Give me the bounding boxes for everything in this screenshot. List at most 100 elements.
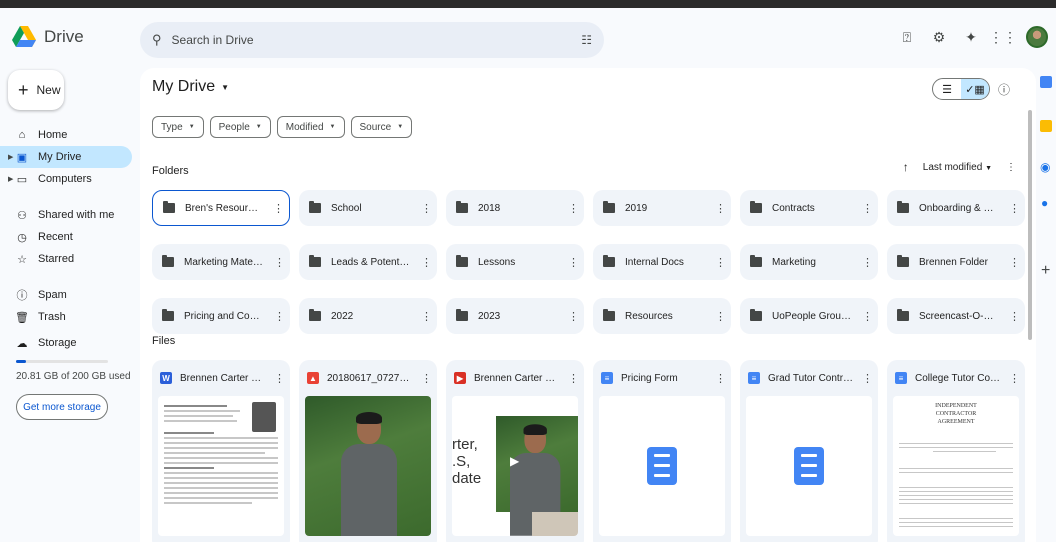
- contacts-icon[interactable]: ●: [1041, 196, 1048, 210]
- more-options-icon[interactable]: ⋮: [568, 310, 579, 323]
- file-card[interactable]: ≡ Pricing Form ⋮: [593, 360, 731, 542]
- folder-card[interactable]: Brennen Folder ⋮: [887, 244, 1025, 280]
- grid-view-icon[interactable]: ✓▦: [961, 79, 989, 99]
- folder-card[interactable]: School ⋮: [299, 190, 437, 226]
- more-options-icon[interactable]: ⋮: [715, 310, 726, 323]
- filter-source-chip[interactable]: Source ▼: [350, 116, 413, 138]
- search-options-icon[interactable]: ☷: [581, 33, 592, 47]
- calendar-icon[interactable]: [1040, 76, 1052, 88]
- get-more-storage-button[interactable]: Get more storage: [16, 394, 108, 420]
- sidebar-item-trash[interactable]: 🗑 Trash: [0, 306, 132, 328]
- more-options-icon[interactable]: ⋮: [1009, 372, 1020, 385]
- play-icon[interactable]: ▶: [510, 454, 519, 468]
- sidebar-item-label: Starred: [38, 253, 75, 265]
- file-card[interactable]: ≡ College Tutor Contr... ⋮ INDEPENDENT C…: [887, 360, 1025, 542]
- folder-name: 2022: [331, 310, 354, 322]
- more-options-icon[interactable]: ⋮: [568, 372, 579, 385]
- more-options-icon[interactable]: ⋮: [1009, 202, 1020, 215]
- file-card-header: ▶ Brennen Carter Bac... ⋮: [454, 368, 579, 388]
- more-options-icon[interactable]: ⋮: [715, 256, 726, 269]
- sort-direction-icon[interactable]: ↑: [903, 160, 909, 174]
- sort-dropdown[interactable]: Last modified ▼: [923, 162, 992, 173]
- folder-card[interactable]: Lessons ⋮: [446, 244, 584, 280]
- gemini-icon[interactable]: ✦: [962, 28, 980, 46]
- more-options-icon[interactable]: ⋮: [1009, 310, 1020, 323]
- sidebar-item-my-drive[interactable]: ▶ ▣ My Drive: [0, 146, 132, 168]
- folders-section-label: Folders: [152, 165, 189, 177]
- file-card[interactable]: ▶ Brennen Carter Bac... ⋮ rter, .S, date…: [446, 360, 584, 542]
- help-icon[interactable]: ⍰: [898, 28, 916, 46]
- folder-card[interactable]: UoPeople Group Pr... ⋮: [740, 298, 878, 334]
- details-info-icon[interactable]: ⓘ: [998, 81, 1010, 98]
- apps-grid-icon[interactable]: ⋮⋮: [989, 28, 1017, 46]
- search-input[interactable]: Search in Drive: [172, 33, 254, 47]
- folder-card[interactable]: Marketing Material ⋮: [152, 244, 290, 280]
- expand-caret-icon[interactable]: ▶: [8, 153, 13, 161]
- agreement-heading: INDEPENDENT CONTRACTOR AGREEMENT: [935, 403, 977, 425]
- filter-type-chip[interactable]: Type ▼: [152, 116, 204, 138]
- add-addon-icon[interactable]: +: [1041, 262, 1050, 280]
- sidebar-item-computers[interactable]: ▶ ▭ Computers: [0, 168, 132, 190]
- search-icon[interactable]: ⚲: [152, 32, 162, 48]
- folder-card[interactable]: Contracts ⋮: [740, 190, 878, 226]
- more-options-icon[interactable]: ⋮: [1009, 256, 1020, 269]
- more-options-icon[interactable]: ⋮: [1006, 162, 1016, 173]
- more-options-icon[interactable]: ⋮: [421, 372, 432, 385]
- expand-caret-icon[interactable]: ▶: [8, 175, 13, 183]
- sidebar-item-shared-with-me[interactable]: ⚇ Shared with me: [0, 204, 132, 226]
- folder-card[interactable]: Bren's Resources ⋮: [152, 190, 290, 226]
- sidebar-item-home[interactable]: ⌂ Home: [0, 124, 132, 146]
- more-options-icon[interactable]: ⋮: [273, 202, 284, 215]
- more-options-icon[interactable]: ⋮: [862, 310, 873, 323]
- folder-card[interactable]: Leads & Potential P... ⋮: [299, 244, 437, 280]
- more-options-icon[interactable]: ⋮: [862, 202, 873, 215]
- more-options-icon[interactable]: ⋮: [274, 256, 285, 269]
- keep-icon[interactable]: [1040, 120, 1052, 132]
- sidebar-item-spam[interactable]: ⓘ Spam: [0, 284, 132, 306]
- drive-logo[interactable]: Drive: [12, 26, 84, 48]
- file-card[interactable]: W Brennen Carter Res... ⋮: [152, 360, 290, 542]
- new-button[interactable]: + New: [8, 70, 64, 110]
- video-icon: ▶: [454, 372, 466, 384]
- sidebar-item-label: Computers: [38, 173, 92, 185]
- folder-name: Onboarding & Best ...: [919, 202, 999, 214]
- page-title[interactable]: My Drive ▼: [152, 78, 229, 96]
- more-options-icon[interactable]: ⋮: [274, 310, 285, 323]
- sidebar-item-starred[interactable]: ☆ Starred: [0, 248, 132, 270]
- more-options-icon[interactable]: ⋮: [862, 372, 873, 385]
- folder-card[interactable]: 2018 ⋮: [446, 190, 584, 226]
- more-options-icon[interactable]: ⋮: [421, 202, 432, 215]
- folder-name: Bren's Resources: [185, 202, 263, 214]
- search-bar[interactable]: ⚲ Search in Drive ☷: [140, 22, 604, 58]
- more-options-icon[interactable]: ⋮: [715, 372, 726, 385]
- folder-card[interactable]: 2023 ⋮: [446, 298, 584, 334]
- file-card[interactable]: ▲ 20180617_0727330... ⋮: [299, 360, 437, 542]
- folder-card[interactable]: Pricing and Commis... ⋮: [152, 298, 290, 334]
- list-view-icon[interactable]: ☰: [933, 79, 961, 99]
- sidebar-item-storage[interactable]: ☁ Storage: [0, 332, 132, 354]
- file-card[interactable]: ≡ Grad Tutor Contract ⋮: [740, 360, 878, 542]
- more-options-icon[interactable]: ⋮: [421, 310, 432, 323]
- more-options-icon[interactable]: ⋮: [274, 372, 285, 385]
- folder-card[interactable]: 2022 ⋮: [299, 298, 437, 334]
- more-options-icon[interactable]: ⋮: [421, 256, 432, 269]
- more-options-icon[interactable]: ⋮: [568, 256, 579, 269]
- filter-modified-chip[interactable]: Modified ▼: [276, 116, 345, 138]
- folder-card[interactable]: Internal Docs ⋮: [593, 244, 731, 280]
- folder-icon: [750, 309, 762, 321]
- folder-card[interactable]: Marketing ⋮: [740, 244, 878, 280]
- avatar[interactable]: [1026, 26, 1048, 48]
- tasks-icon[interactable]: ◉: [1040, 160, 1050, 174]
- more-options-icon[interactable]: ⋮: [715, 202, 726, 215]
- folder-card[interactable]: Resources ⋮: [593, 298, 731, 334]
- folder-card[interactable]: Onboarding & Best ... ⋮: [887, 190, 1025, 226]
- folder-card[interactable]: 2019 ⋮: [593, 190, 731, 226]
- scrollbar[interactable]: [1028, 110, 1032, 340]
- folder-card[interactable]: Screencast-O-Mati... ⋮: [887, 298, 1025, 334]
- sidebar-item-recent[interactable]: ◷ Recent: [0, 226, 132, 248]
- spam-icon: ⓘ: [16, 290, 28, 302]
- settings-icon[interactable]: ⚙: [930, 28, 948, 46]
- more-options-icon[interactable]: ⋮: [568, 202, 579, 215]
- filter-people-chip[interactable]: People ▼: [209, 116, 271, 138]
- more-options-icon[interactable]: ⋮: [862, 256, 873, 269]
